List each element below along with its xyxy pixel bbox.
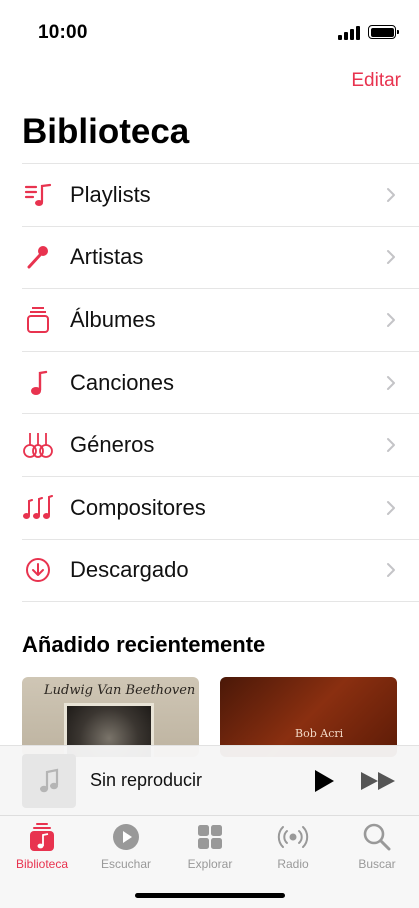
chevron-right-icon: [387, 250, 395, 265]
edit-button[interactable]: Editar: [351, 70, 401, 92]
chevron-right-icon: [387, 375, 395, 390]
menu-item-albumes[interactable]: Álbumes: [22, 289, 419, 352]
tab-escuchar[interactable]: Escuchar: [84, 822, 168, 882]
recently-added-title: Añadido recientemente: [22, 632, 266, 657]
cellular-signal-icon: [338, 26, 360, 40]
library-menu: Playlists Artistas Álbumes Canciones Gén…: [22, 163, 419, 603]
home-indicator[interactable]: [135, 893, 285, 898]
menu-item-label: Álbumes: [70, 306, 156, 332]
page-title: Biblioteca: [22, 112, 190, 151]
music-note-icon: [22, 368, 54, 398]
menu-item-label: Artistas: [70, 244, 144, 270]
tab-label: Escuchar: [100, 857, 152, 871]
menu-item-label: Descargado: [70, 557, 189, 583]
artwork-placeholder: [22, 754, 76, 808]
now-playing-label: Sin reproducir: [90, 770, 203, 790]
chevron-right-icon: [387, 500, 395, 515]
album-cover-text: Bob Acri: [295, 727, 344, 740]
mini-player[interactable]: Sin reproducir: [0, 745, 419, 815]
grid-icon: [198, 825, 222, 849]
tab-label: Biblioteca: [15, 857, 69, 871]
chevron-right-icon: [387, 438, 395, 453]
tab-explorar[interactable]: Explorar: [168, 822, 252, 882]
music-note-icon: [40, 768, 59, 793]
tab-label: Buscar: [358, 857, 396, 871]
menu-item-label: Playlists: [70, 181, 151, 207]
playlist-icon: [22, 180, 54, 210]
fast-forward-button[interactable]: [360, 770, 398, 792]
album-stack-icon: [22, 305, 54, 335]
radio-icon: [277, 826, 309, 848]
tab-label: Radio: [277, 857, 309, 871]
play-button[interactable]: [312, 768, 336, 794]
notes-icon: [22, 493, 54, 523]
menu-item-canciones[interactable]: Canciones: [22, 352, 419, 415]
tab-label: Explorar: [187, 857, 233, 871]
album-cover-text: Ludwig Van Beethoven: [44, 683, 196, 698]
play-circle-icon: [113, 824, 139, 850]
chevron-right-icon: [387, 312, 395, 327]
guitars-icon: [22, 430, 54, 460]
library-icon: [30, 823, 54, 851]
menu-item-generos[interactable]: Géneros: [22, 414, 419, 477]
menu-item-label: Canciones: [70, 369, 174, 395]
download-circle-icon: [22, 555, 54, 585]
chevron-right-icon: [387, 563, 395, 578]
menu-item-descargado[interactable]: Descargado: [22, 540, 419, 603]
tab-buscar[interactable]: Buscar: [335, 822, 419, 882]
search-icon: [363, 823, 391, 851]
menu-item-label: Géneros: [70, 432, 155, 458]
menu-item-playlists[interactable]: Playlists: [22, 164, 419, 227]
tab-radio[interactable]: Radio: [251, 822, 335, 882]
menu-item-compositores[interactable]: Compositores: [22, 477, 419, 540]
menu-item-label: Compositores: [70, 494, 206, 520]
menu-item-artistas[interactable]: Artistas: [22, 227, 419, 290]
status-bar: 10:00: [0, 0, 419, 60]
microphone-icon: [22, 242, 54, 272]
status-time: 10:00: [38, 22, 88, 43]
battery-icon: [368, 25, 399, 39]
tab-biblioteca[interactable]: Biblioteca: [0, 822, 84, 882]
chevron-right-icon: [387, 187, 395, 202]
